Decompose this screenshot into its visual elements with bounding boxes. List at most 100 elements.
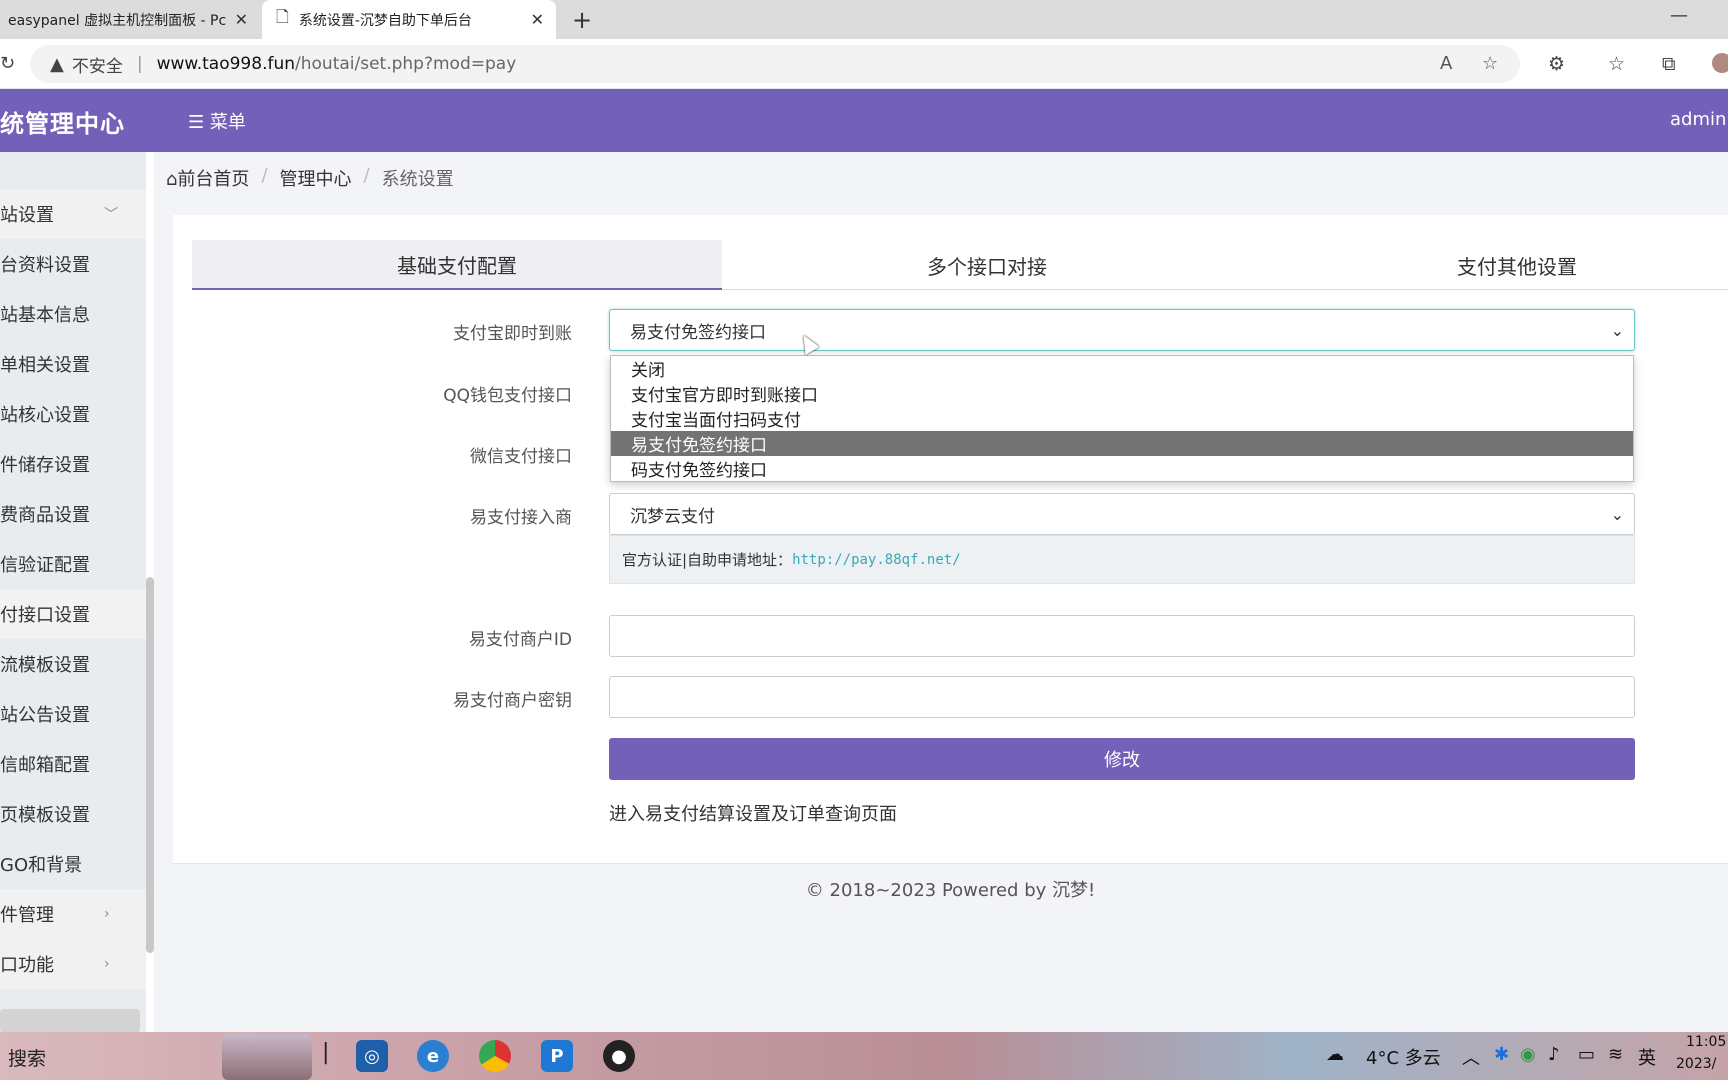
dropdown-option[interactable]: 码支付免签约接口 xyxy=(611,456,1633,481)
sidebar-item-label: 流模板设置 xyxy=(0,655,90,676)
bluetooth-icon[interactable]: ✱ xyxy=(1494,1044,1509,1065)
menu-toggle-button[interactable]: ☰ 菜单 xyxy=(188,108,246,134)
epay-provider-label: 易支付接入商 xyxy=(470,508,572,528)
sidebar-item-label: 台资料设置 xyxy=(0,255,90,276)
sidebar-item-file-manage[interactable]: 件管理 › xyxy=(0,889,146,939)
close-icon[interactable]: ✕ xyxy=(531,10,544,29)
sidebar: 站设置 ﹀ 台资料设置 站基本信息 单相关设置 站核心设置 件储存设置 费商品设置… xyxy=(0,152,146,1032)
sidebar-item-label: 信邮箱配置 xyxy=(0,755,90,776)
wechat-label: 微信支付接口 xyxy=(470,447,572,467)
sidebar-item-label: 站核心设置 xyxy=(0,405,90,426)
favorites-icon[interactable]: ☆ xyxy=(1608,53,1625,75)
merchant-id-input[interactable] xyxy=(609,615,1635,657)
sidebar-item[interactable]: 站基本信息 xyxy=(0,289,146,339)
chevron-up-icon[interactable]: ︿ xyxy=(1462,1044,1480,1070)
sidebar-bottom-bar xyxy=(0,1009,140,1033)
close-icon[interactable]: ✕ xyxy=(235,10,248,29)
sidebar-item-label: GO和背景 xyxy=(0,855,83,876)
sidebar-item[interactable]: 站核心设置 xyxy=(0,389,146,439)
breadcrumb-admin[interactable]: 管理中心 xyxy=(280,165,352,191)
merchant-id-label: 易支付商户ID xyxy=(468,630,572,650)
clock-date[interactable]: 2023/ xyxy=(1676,1056,1716,1072)
qq-wallet-label: QQ钱包支付接口 xyxy=(443,386,572,406)
alipay-select[interactable]: 易支付免签约接口 ⌄ xyxy=(609,309,1635,351)
sidebar-item[interactable]: GO和背景 xyxy=(0,839,146,889)
tab-basic-payment[interactable]: 基础支付配置 xyxy=(192,240,722,290)
dropdown-option[interactable]: 关闭 xyxy=(611,356,1633,381)
sidebar-item-label: 件管理 xyxy=(0,905,54,926)
epay-apply-link[interactable]: http://pay.88qf.net/ xyxy=(792,552,961,568)
sidebar-item-label: 费商品设置 xyxy=(0,505,90,526)
dropdown-option[interactable]: 支付宝当面付扫码支付 xyxy=(611,406,1633,431)
tab-payment-other[interactable]: 支付其他设置 xyxy=(1252,240,1728,290)
url-input[interactable]: ▲ 不安全 | www.tao998.fun/houtai/set.php?mo… xyxy=(30,45,1520,83)
url-host: www.tao998.fun xyxy=(156,54,296,74)
sidebar-item-label: 件储存设置 xyxy=(0,455,90,476)
tab-title: 系统设置-沉梦自助下单后台 xyxy=(298,12,472,29)
epay-provider-select[interactable]: 沉梦云支付 ⌄ xyxy=(609,493,1635,535)
sidebar-scrollbar[interactable] xyxy=(146,577,154,953)
security-label[interactable]: 不安全 xyxy=(72,52,123,77)
chrome-browser-icon[interactable] xyxy=(479,1040,511,1072)
sidebar-item-payment[interactable]: 付接口设置 xyxy=(0,589,146,639)
alipay-select-value: 易支付免签约接口 xyxy=(630,322,766,343)
sidebar-item-label: 付接口设置 xyxy=(0,605,90,626)
sidebar-item-functions[interactable]: 口功能 › xyxy=(0,939,146,989)
add-favorite-icon[interactable]: ☆ xyxy=(1482,53,1498,74)
clock-time[interactable]: 11:05 xyxy=(1686,1034,1726,1050)
tab-multi-interface[interactable]: 多个接口对接 xyxy=(722,240,1252,290)
browser-tab-easypanel[interactable]: easypanel 虚拟主机控制面板 - Pc ✕ xyxy=(0,0,260,39)
profile-avatar[interactable] xyxy=(1712,53,1728,73)
ime-indicator[interactable]: 英 xyxy=(1638,1044,1656,1070)
volume-icon[interactable]: ♪ xyxy=(1548,1044,1560,1065)
warning-icon: ▲ xyxy=(50,53,64,75)
refresh-icon[interactable]: ↻ xyxy=(0,53,15,74)
chevron-right-icon: › xyxy=(104,906,110,922)
sidebar-item[interactable]: 单相关设置 xyxy=(0,339,146,389)
app-icon[interactable]: ◎ xyxy=(356,1040,388,1072)
chevron-down-icon: ⌄ xyxy=(1610,320,1624,340)
sidebar-item-site-settings[interactable]: 站设置 ﹀ xyxy=(0,189,146,239)
dropdown-option-selected[interactable]: 易支付免签约接口 xyxy=(611,431,1633,456)
sidebar-item[interactable]: 信验证配置 xyxy=(0,539,146,589)
sidebar-item-label: 站公告设置 xyxy=(0,705,90,726)
note-text: 官方认证|自助申请地址： xyxy=(622,551,793,569)
chevron-right-icon: › xyxy=(104,956,110,972)
sidebar-item[interactable]: 流模板设置 xyxy=(0,639,146,689)
p-app-icon[interactable]: P xyxy=(541,1040,573,1072)
read-aloud-icon[interactable]: A xyxy=(1440,53,1452,74)
wifi-icon[interactable]: ≋ xyxy=(1608,1044,1623,1065)
extensions-icon[interactable]: ⚙ xyxy=(1548,53,1565,75)
submit-button[interactable]: 修改 xyxy=(609,738,1635,780)
new-tab-button[interactable]: + xyxy=(572,6,592,34)
taskbar-search[interactable]: 搜索 xyxy=(8,1044,46,1071)
url-separator: | xyxy=(136,54,143,74)
breadcrumb-home[interactable]: ⌂前台首页 xyxy=(166,165,249,191)
collections-icon[interactable]: ⧉ xyxy=(1662,53,1676,75)
user-menu[interactable]: admin xyxy=(1670,109,1726,130)
browser-tab-settings[interactable]: 🗋 系统设置-沉梦自助下单后台 ✕ xyxy=(262,0,556,39)
app-header: 统管理中心 ☰ 菜单 admin xyxy=(0,89,1728,152)
minimize-button[interactable]: — xyxy=(1670,5,1688,26)
edge-browser-icon[interactable]: e xyxy=(417,1040,449,1072)
sidebar-item[interactable]: 件储存设置 xyxy=(0,439,146,489)
sidebar-item[interactable]: 台资料设置 xyxy=(0,239,146,289)
home-icon: ⌂ xyxy=(166,169,178,190)
search-highlight-image xyxy=(222,1034,312,1080)
dropdown-option[interactable]: 支付宝官方即时到账接口 xyxy=(611,381,1633,406)
sidebar-item[interactable]: 页模板设置 xyxy=(0,789,146,839)
weather-text[interactable]: 4°C 多云 xyxy=(1366,1044,1441,1070)
chevron-down-icon: ⌄ xyxy=(1610,504,1624,524)
page-icon: 🗋 xyxy=(276,7,289,26)
sidebar-item[interactable]: 信邮箱配置 xyxy=(0,739,146,789)
settlement-link[interactable]: 进入易支付结算设置及订单查询页面 xyxy=(609,800,897,826)
merchant-key-input[interactable] xyxy=(609,676,1635,718)
wechat-icon[interactable]: ◉ xyxy=(1520,1044,1536,1065)
sidebar-item[interactable]: 费商品设置 xyxy=(0,489,146,539)
url-path: /houtai/set.php?mod=pay xyxy=(295,54,517,74)
sidebar-item[interactable]: 站公告设置 xyxy=(0,689,146,739)
brand-title: 统管理中心 xyxy=(0,110,125,138)
record-app-icon[interactable]: ● xyxy=(603,1040,635,1072)
menu-label: 菜单 xyxy=(209,112,246,133)
battery-icon[interactable]: ▭ xyxy=(1578,1044,1595,1065)
